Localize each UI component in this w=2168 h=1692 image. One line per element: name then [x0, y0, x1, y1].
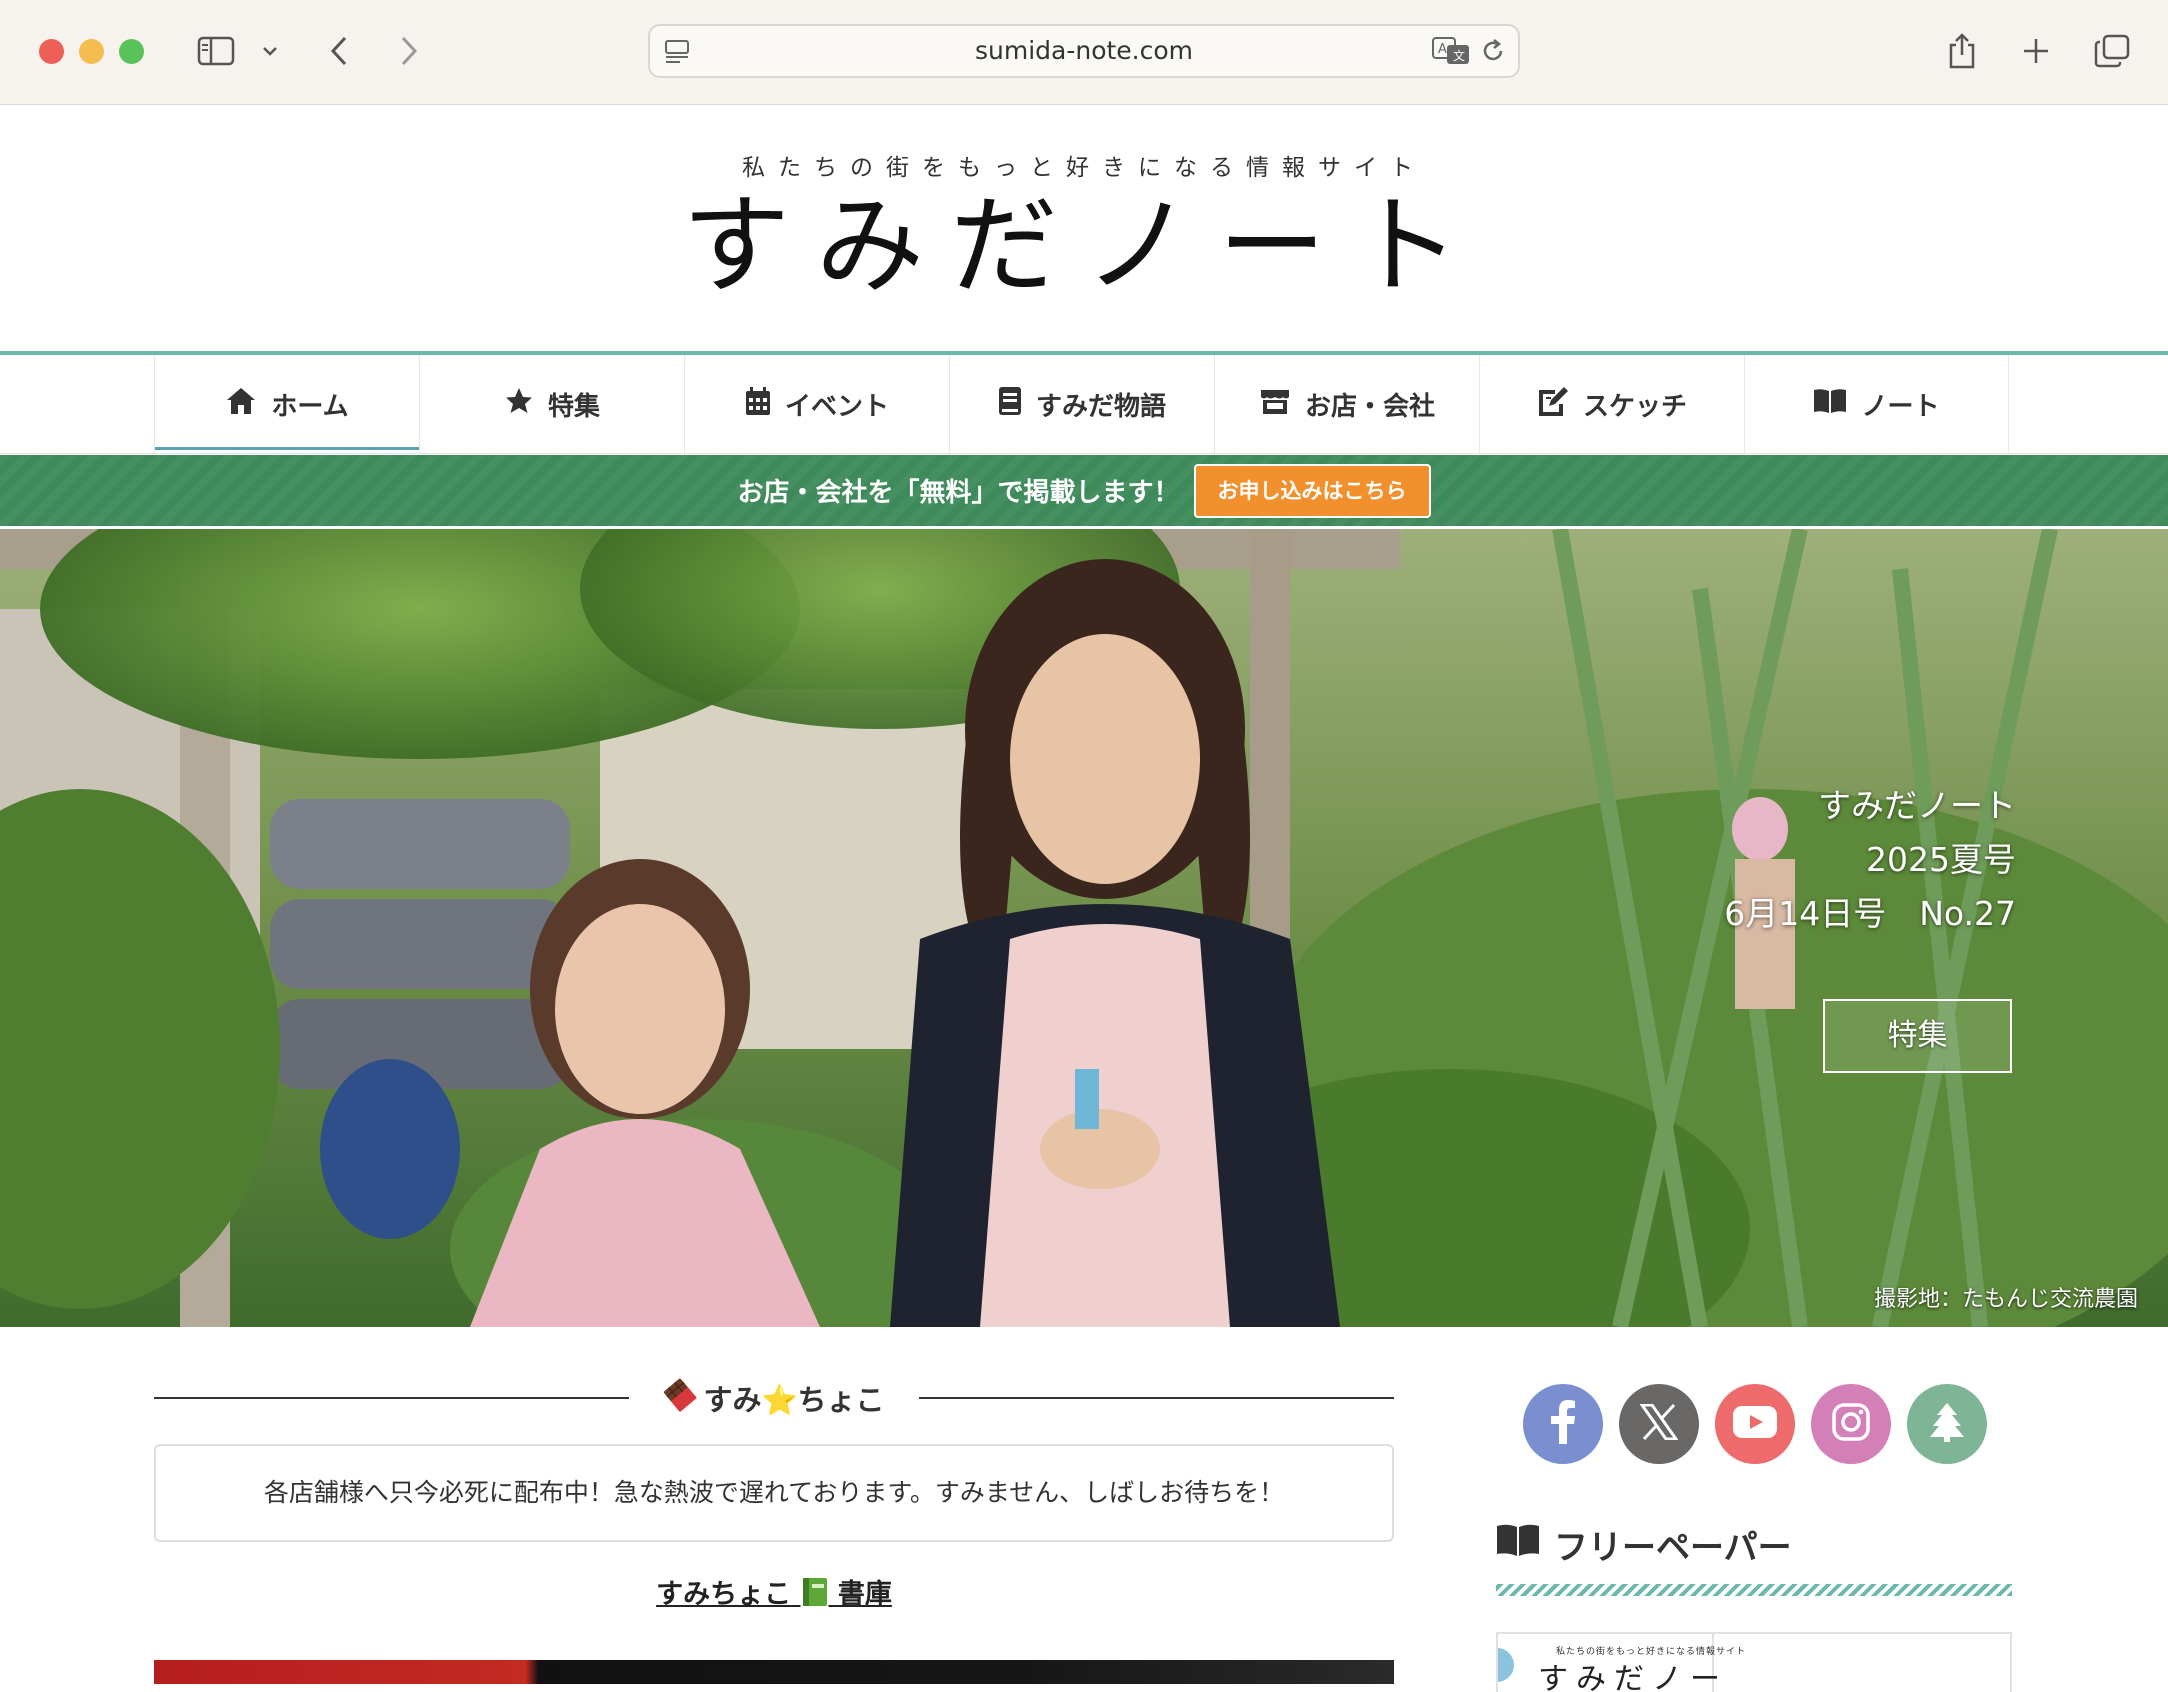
photo-credit: 撮影地：たもんじ交流農園	[1873, 1287, 2138, 1312]
nav-item-shops[interactable]: お店・会社	[1214, 355, 1479, 453]
x-icon	[1639, 1403, 1679, 1444]
heading-rule-left	[154, 1397, 630, 1399]
svg-text:文: 文	[1453, 48, 1465, 63]
zoom-window-button[interactable]	[119, 39, 144, 64]
nav-item-sketch[interactable]: スケッチ	[1479, 355, 1744, 453]
nav-label: すみだ物語	[1035, 391, 1166, 422]
nav-label: お店・会社	[1304, 391, 1435, 422]
nav-label: スケッチ	[1582, 391, 1687, 422]
nav-label: 特集	[547, 391, 600, 422]
minimize-window-button[interactable]	[79, 39, 104, 64]
nav-item-sumida-story[interactable]: すみだ物語	[949, 355, 1214, 453]
back-icon[interactable]	[324, 30, 354, 72]
book-icon	[998, 386, 1022, 423]
hero-slide[interactable]: すみだノート 2025夏号 6月14日号 No.27 特集 撮影地：たもんじ交流…	[0, 529, 2168, 1327]
open-book-icon	[1496, 1523, 1540, 1566]
store-icon	[1259, 387, 1291, 422]
instagram-button[interactable]	[1811, 1384, 1891, 1464]
youtube-icon	[1733, 1406, 1777, 1442]
freepaper-title: フリーペーパー	[1554, 1528, 1792, 1568]
sumichoko-library-link[interactable]: すみちょこ 書庫	[154, 1572, 1394, 1615]
cover-title: すみだノー	[1538, 1662, 1728, 1692]
sidebar-toggle-icon[interactable]	[194, 30, 238, 72]
nav-bottom-border	[0, 453, 2168, 454]
library-link-text-pre: すみちょこ	[656, 1579, 792, 1610]
hero-caption-line2: 2025夏号	[1866, 840, 2016, 879]
heading-rule-right	[918, 1397, 1395, 1399]
site-tagline: 私たちの街をもっと好きになる情報サイト	[742, 155, 1426, 181]
share-icon[interactable]	[1944, 30, 1980, 72]
open-book-icon	[1813, 388, 1847, 421]
hero-caption: すみだノート 2025夏号 6月14日号 No.27	[1724, 779, 2016, 941]
free-listing-banner: お店・会社を「無料」で掲載します！ お申し込みはこちら	[0, 455, 2168, 526]
reload-icon[interactable]	[1480, 37, 1506, 69]
translate-icon[interactable]: A文	[1432, 37, 1470, 69]
chocolate-icon	[663, 1378, 698, 1419]
green-book-icon	[801, 1576, 829, 1615]
section-heading: すみ⭐ちょこ	[154, 1370, 1395, 1426]
browser-toolbar: sumida-note.com A文	[0, 0, 2168, 105]
facebook-icon	[1550, 1400, 1576, 1448]
hero-feature-button[interactable]: 特集	[1823, 999, 2012, 1073]
nav-label: ホーム	[271, 391, 349, 422]
apply-button[interactable]: お申し込みはこちら	[1193, 463, 1431, 518]
address-bar[interactable]: sumida-note.com A文	[648, 24, 1520, 78]
section-title: すみ⭐ちょこ	[703, 1383, 885, 1417]
new-tab-icon[interactable]	[2018, 30, 2054, 72]
chevron-down-icon[interactable]	[258, 30, 282, 72]
cover-decoration	[1498, 1648, 1514, 1682]
nav-item-home[interactable]: ホーム	[154, 355, 419, 453]
freepaper-cover-image[interactable]: 私たちの街をもっと好きになる情報サイト すみだノー	[1498, 1634, 1745, 1692]
main-nav: ホーム 特集 イベント すみだ物語 お店・会社 スケッチ ノート	[154, 355, 2012, 453]
site-logo-title[interactable]: すみだノート	[0, 182, 2168, 312]
distribution-notice: 各店舗様へ只今必死に配布中！急な熱波で遅れております。すみません、しばしお待ちを…	[154, 1444, 1394, 1542]
nav-item-note[interactable]: ノート	[1744, 355, 2009, 453]
hero-caption-line3: 6月14日号 No.27	[1724, 894, 2016, 933]
tree-button[interactable]	[1907, 1384, 1987, 1464]
svg-text:A: A	[1438, 42, 1447, 57]
tab-overview-icon[interactable]	[2092, 30, 2132, 72]
hero-caption-line1: すみだノート	[1818, 786, 2016, 825]
freepaper-heading-underline	[1496, 1584, 2012, 1596]
social-links	[1523, 1384, 1987, 1464]
facebook-button[interactable]	[1523, 1384, 1603, 1464]
freepaper-heading: フリーペーパー	[1496, 1520, 1792, 1569]
tree-icon	[1929, 1401, 1965, 1447]
embedded-video-preview[interactable]	[154, 1660, 1394, 1684]
instagram-icon	[1831, 1402, 1871, 1446]
freepaper-card[interactable]: 私たちの街をもっと好きになる情報サイト すみだノー	[1496, 1632, 2012, 1692]
banner-text: お店・会社を「無料」で掲載します！	[737, 478, 1180, 508]
nav-label: イベント	[784, 391, 889, 422]
forward-icon[interactable]	[394, 30, 424, 72]
x-button[interactable]	[1619, 1384, 1699, 1464]
sketch-icon	[1537, 386, 1569, 423]
home-icon	[225, 386, 257, 423]
star-icon	[504, 386, 534, 423]
calendar-icon	[745, 386, 771, 423]
nav-item-event[interactable]: イベント	[684, 355, 949, 453]
url-text: sumida-note.com	[974, 36, 1194, 65]
youtube-button[interactable]	[1715, 1384, 1795, 1464]
nav-item-feature[interactable]: 特集	[419, 355, 684, 453]
library-link-text-post: 書庫	[837, 1579, 892, 1610]
nav-label: ノート	[1861, 391, 1940, 422]
close-window-button[interactable]	[39, 39, 64, 64]
